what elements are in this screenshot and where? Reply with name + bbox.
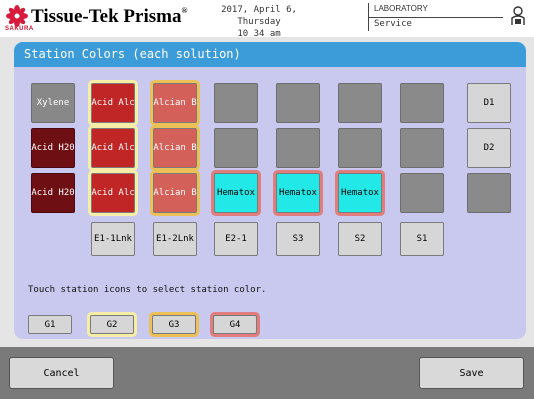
station-button[interactable] — [276, 83, 320, 123]
station-button[interactable] — [338, 128, 382, 168]
date-text: 2017, April 6, Thursday — [221, 5, 297, 27]
group-button-g1[interactable]: G1 — [28, 315, 72, 334]
station-button[interactable] — [400, 128, 444, 168]
station-button[interactable]: Hematox — [214, 173, 258, 213]
group-button-g2[interactable]: G2 — [90, 315, 134, 334]
group-button-g4[interactable]: G4 — [213, 315, 257, 334]
station-button[interactable]: Hematox — [338, 173, 382, 213]
station-button[interactable] — [214, 83, 258, 123]
date-time: 2017, April 6, Thursday 10 34 am — [199, 4, 319, 40]
station-button[interactable]: Acid Alc — [91, 173, 135, 213]
station-button[interactable]: Acid H20 — [31, 173, 75, 213]
save-button[interactable]: Save — [419, 357, 524, 389]
group-button-g3[interactable]: G3 — [152, 315, 196, 334]
station-button[interactable]: Alcian B — [153, 128, 197, 168]
cancel-button[interactable]: Cancel — [9, 357, 114, 389]
station-button[interactable]: D1 — [467, 83, 511, 123]
station-button[interactable]: Acid H20 — [31, 128, 75, 168]
header-bar: SAKURA Tissue-Tek Prisma® 2017, April 6,… — [0, 0, 534, 40]
station-button[interactable] — [467, 173, 511, 213]
footer-bar: Cancel Save — [0, 347, 534, 399]
station-button[interactable] — [338, 83, 382, 123]
location-label: LABORATORY — [374, 4, 428, 13]
station-button[interactable] — [214, 128, 258, 168]
station-button[interactable] — [276, 128, 320, 168]
station-colors-panel: Station Colors (each solution) Xylene Aci… — [14, 42, 526, 339]
logo-subtext: SAKURA — [5, 26, 34, 32]
station-label-button[interactable]: S2 — [338, 222, 382, 256]
station-button[interactable]: Alcian B — [153, 83, 197, 123]
station-button[interactable]: Acid Alc — [91, 83, 135, 123]
station-button[interactable] — [400, 83, 444, 123]
station-button[interactable] — [400, 173, 444, 213]
mode-label: Service — [374, 19, 412, 29]
location-info: LABORATORY Service — [368, 3, 508, 31]
station-label-button[interactable]: E1-2Lnk — [153, 222, 197, 256]
station-button[interactable]: Xylene — [31, 83, 75, 123]
station-button[interactable]: Hematox — [276, 173, 320, 213]
station-button[interactable]: D2 — [467, 128, 511, 168]
station-label-button[interactable]: E2-1 — [214, 222, 258, 256]
sakura-flower-icon — [6, 5, 28, 27]
hint-text: Touch station icons to select station co… — [28, 285, 267, 295]
station-label-button[interactable]: S1 — [400, 222, 444, 256]
brand-title: Tissue-Tek Prisma® — [31, 6, 188, 27]
station-label-button[interactable]: S3 — [276, 222, 320, 256]
user-lock-icon[interactable] — [510, 6, 526, 26]
station-button[interactable]: Alcian B — [153, 173, 197, 213]
station-button[interactable]: Acid Alc — [91, 128, 135, 168]
station-label-button[interactable]: E1-1Lnk — [91, 222, 135, 256]
